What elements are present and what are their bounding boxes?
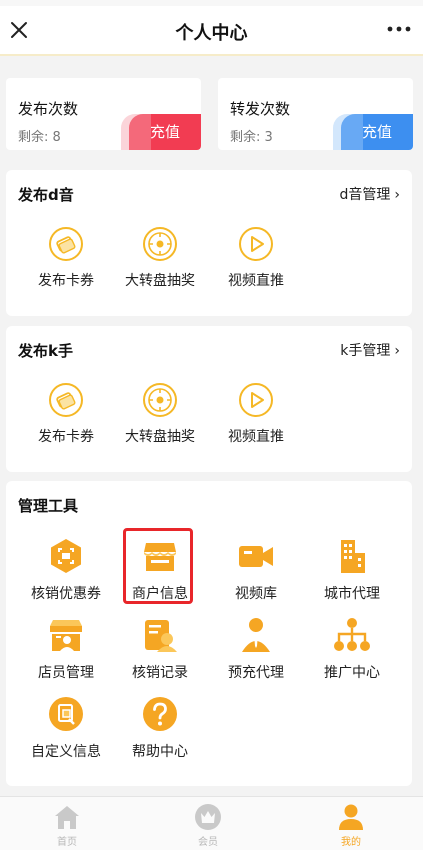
tools-section: 管理工具 核销优惠券 商户信息 视频库 城市代理 店员管理 核销记录 预充代理 … bbox=[6, 481, 412, 786]
tool-video-library[interactable]: 视频库 bbox=[208, 537, 304, 603]
custom-info-icon bbox=[49, 697, 83, 731]
section-title: 发布k手 bbox=[18, 342, 73, 360]
tool-shop-info[interactable]: 商户信息 bbox=[112, 537, 208, 603]
tool-label: 预充代理 bbox=[228, 665, 284, 681]
tool-label: 城市代理 bbox=[324, 586, 380, 602]
item-video-push-k[interactable]: 视频直推 bbox=[208, 382, 304, 446]
publish-count-card: 发布次数 剩余: 8 充值 bbox=[6, 78, 201, 150]
card-name: 转发次数 bbox=[230, 100, 291, 118]
tab-mine[interactable]: 我的 bbox=[311, 803, 391, 848]
coupon-icon bbox=[49, 383, 83, 417]
item-label: 大转盘抽奖 bbox=[125, 273, 195, 289]
help-icon bbox=[143, 697, 177, 731]
recharge-button-forward[interactable]: 充值 bbox=[333, 114, 413, 150]
k-manage-link[interactable]: k手管理 › bbox=[340, 340, 400, 360]
wheel-icon bbox=[143, 383, 177, 417]
card-remaining: 剩余: 3 bbox=[230, 130, 273, 145]
tool-label: 视频库 bbox=[235, 586, 277, 602]
staff-icon bbox=[50, 620, 82, 651]
bottom-tab-bar: 首页 会员 我的 bbox=[0, 796, 423, 850]
item-wheel-lottery-d[interactable]: 大转盘抽奖 bbox=[112, 226, 208, 290]
tool-label: 核销优惠券 bbox=[31, 586, 101, 602]
section-title: 发布d音 bbox=[18, 186, 74, 204]
tool-verify-record[interactable]: 核销记录 bbox=[112, 616, 208, 682]
item-wheel-lottery-k[interactable]: 大转盘抽奖 bbox=[112, 382, 208, 446]
item-label: 发布卡券 bbox=[38, 429, 94, 445]
record-icon bbox=[145, 620, 177, 652]
agent-icon bbox=[242, 618, 270, 652]
forward-count-card: 转发次数 剩余: 3 充值 bbox=[218, 78, 413, 150]
page-title: 个人中心 bbox=[175, 23, 248, 44]
section-title: 管理工具 bbox=[18, 497, 79, 515]
tab-label: 首页 bbox=[57, 837, 77, 848]
card-remaining: 剩余: 8 bbox=[18, 130, 61, 145]
publish-k-section: 发布k手 k手管理 › 发布卡券 大转盘抽奖 视频直推 bbox=[6, 326, 412, 472]
recharge-label: 充值 bbox=[361, 123, 392, 141]
tool-label: 帮助中心 bbox=[132, 744, 188, 760]
more-icon[interactable] bbox=[387, 24, 411, 34]
tool-verify-coupon[interactable]: 核销优惠券 bbox=[18, 537, 114, 603]
publish-d-section: 发布d音 d音管理 › 发布卡券 大转盘抽奖 视频直推 bbox=[6, 170, 412, 316]
manage-link-label: d音管理 bbox=[339, 187, 391, 203]
manage-link-label: k手管理 bbox=[340, 343, 391, 359]
tab-member[interactable]: 会员 bbox=[168, 803, 248, 848]
tool-label: 推广中心 bbox=[324, 665, 380, 681]
scan-coupon-icon bbox=[51, 539, 81, 573]
profile-icon bbox=[339, 804, 363, 830]
member-icon bbox=[195, 804, 221, 830]
item-label: 视频直推 bbox=[228, 429, 284, 445]
item-publish-coupon-d[interactable]: 发布卡券 bbox=[18, 226, 114, 290]
tool-prepaid-agent[interactable]: 预充代理 bbox=[208, 616, 304, 682]
tool-help-center[interactable]: 帮助中心 bbox=[112, 695, 208, 761]
network-icon bbox=[334, 618, 370, 651]
recharge-cards: 发布次数 剩余: 8 充值 转发次数 剩余: 3 充值 bbox=[0, 70, 423, 152]
tool-city-agent[interactable]: 城市代理 bbox=[304, 537, 400, 603]
tab-home[interactable]: 首页 bbox=[27, 803, 107, 848]
item-label: 视频直推 bbox=[228, 273, 284, 289]
shop-icon bbox=[144, 543, 176, 571]
tool-label: 店员管理 bbox=[38, 665, 94, 681]
item-video-push-d[interactable]: 视频直推 bbox=[208, 226, 304, 290]
wheel-icon bbox=[143, 227, 177, 261]
tab-label: 我的 bbox=[341, 837, 361, 848]
tool-label: 商户信息 bbox=[132, 586, 188, 602]
recharge-label: 充值 bbox=[149, 123, 180, 141]
chevron-right-icon: › bbox=[394, 343, 400, 359]
coupon-icon bbox=[49, 227, 83, 261]
tab-label: 会员 bbox=[198, 837, 218, 848]
item-label: 大转盘抽奖 bbox=[125, 429, 195, 445]
city-building-icon bbox=[341, 540, 365, 573]
video-camera-icon bbox=[239, 546, 273, 567]
tool-custom-info[interactable]: 自定义信息 bbox=[18, 695, 114, 761]
tool-label: 核销记录 bbox=[132, 665, 188, 681]
item-publish-coupon-k[interactable]: 发布卡券 bbox=[18, 382, 114, 446]
tool-staff-manage[interactable]: 店员管理 bbox=[18, 616, 114, 682]
card-name: 发布次数 bbox=[18, 100, 79, 118]
home-icon bbox=[55, 806, 79, 829]
play-icon bbox=[239, 227, 273, 261]
d-manage-link[interactable]: d音管理 › bbox=[340, 184, 401, 204]
header: 个人中心 bbox=[0, 6, 423, 56]
tool-label: 自定义信息 bbox=[31, 744, 101, 760]
tool-promotion-center[interactable]: 推广中心 bbox=[304, 616, 400, 682]
play-icon bbox=[239, 383, 273, 417]
recharge-button-publish[interactable]: 充值 bbox=[121, 114, 201, 150]
item-label: 发布卡券 bbox=[38, 273, 94, 289]
chevron-right-icon: › bbox=[394, 187, 400, 203]
